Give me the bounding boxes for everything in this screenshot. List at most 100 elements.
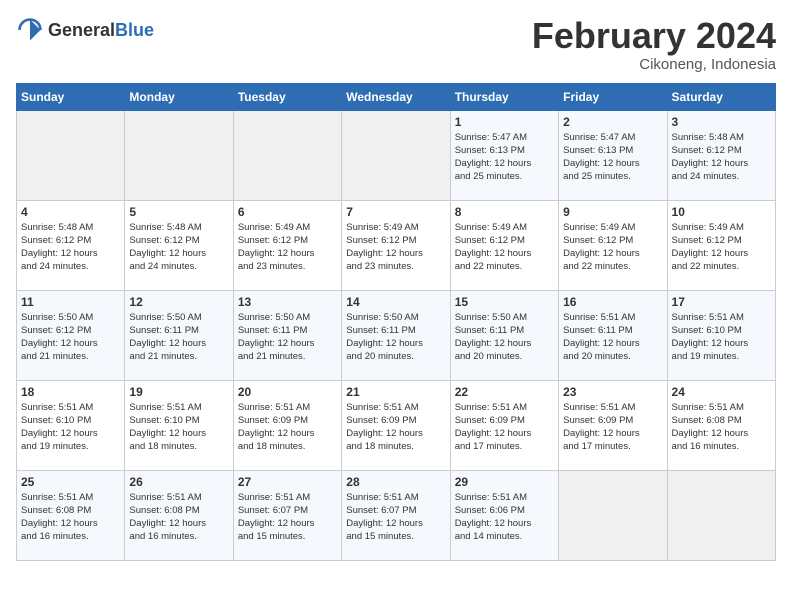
day-info: Sunrise: 5:51 AM Sunset: 6:10 PM Dayligh… [672, 311, 771, 364]
day-info: Sunrise: 5:50 AM Sunset: 6:11 PM Dayligh… [238, 311, 337, 364]
week-row-4: 25 Sunrise: 5:51 AM Sunset: 6:08 PM Dayli… [17, 470, 776, 560]
day-info: Sunrise: 5:47 AM Sunset: 6:13 PM Dayligh… [455, 131, 554, 184]
logo-icon [16, 16, 44, 44]
day-info: Sunrise: 5:49 AM Sunset: 6:12 PM Dayligh… [672, 221, 771, 274]
day-info: Sunrise: 5:51 AM Sunset: 6:07 PM Dayligh… [238, 491, 337, 544]
header-day-monday: Monday [125, 83, 233, 110]
day-info: Sunrise: 5:51 AM Sunset: 6:06 PM Dayligh… [455, 491, 554, 544]
calendar-cell [125, 110, 233, 200]
day-info: Sunrise: 5:50 AM Sunset: 6:11 PM Dayligh… [455, 311, 554, 364]
calendar-cell: 1 Sunrise: 5:47 AM Sunset: 6:13 PM Daylig… [450, 110, 558, 200]
calendar-cell: 4 Sunrise: 5:48 AM Sunset: 6:12 PM Daylig… [17, 200, 125, 290]
calendar-header: SundayMondayTuesdayWednesdayThursdayFrid… [17, 83, 776, 110]
header-day-thursday: Thursday [450, 83, 558, 110]
title-area: February 2024 Cikoneng, Indonesia [532, 16, 776, 73]
header: GeneralBlue February 2024 Cikoneng, Indo… [16, 16, 776, 73]
day-number: 23 [563, 385, 662, 399]
day-number: 8 [455, 205, 554, 219]
calendar-cell: 10 Sunrise: 5:49 AM Sunset: 6:12 PM Dayli… [667, 200, 775, 290]
logo: GeneralBlue [16, 16, 154, 44]
day-info: Sunrise: 5:51 AM Sunset: 6:08 PM Dayligh… [21, 491, 120, 544]
day-info: Sunrise: 5:48 AM Sunset: 6:12 PM Dayligh… [672, 131, 771, 184]
day-info: Sunrise: 5:50 AM Sunset: 6:11 PM Dayligh… [346, 311, 445, 364]
calendar-cell: 14Sunrise: 5:50 AM Sunset: 6:11 PM Dayli… [342, 290, 450, 380]
calendar-cell: 24 Sunrise: 5:51 AM Sunset: 6:08 PM Dayli… [667, 380, 775, 470]
day-number: 29 [455, 475, 554, 489]
day-info: Sunrise: 5:47 AM Sunset: 6:13 PM Dayligh… [563, 131, 662, 184]
calendar-cell: 16 Sunrise: 5:51 AM Sunset: 6:11 PM Dayli… [559, 290, 667, 380]
day-number: 12 [129, 295, 228, 309]
calendar-table: SundayMondayTuesdayWednesdayThursdayFrid… [16, 83, 776, 561]
calendar-cell: 2 Sunrise: 5:47 AM Sunset: 6:13 PM Daylig… [559, 110, 667, 200]
day-info: Sunrise: 5:50 AM Sunset: 6:11 PM Dayligh… [129, 311, 228, 364]
calendar-cell: 18 Sunrise: 5:51 AM Sunset: 6:10 PM Dayli… [17, 380, 125, 470]
day-info: Sunrise: 5:48 AM Sunset: 6:12 PM Dayligh… [21, 221, 120, 274]
calendar-cell: 11Sunrise: 5:50 AM Sunset: 6:12 PM Dayli… [17, 290, 125, 380]
day-number: 22 [455, 385, 554, 399]
day-info: Sunrise: 5:49 AM Sunset: 6:12 PM Dayligh… [238, 221, 337, 274]
day-number: 16 [563, 295, 662, 309]
day-number: 4 [21, 205, 120, 219]
day-number: 13 [238, 295, 337, 309]
calendar-cell: 17Sunrise: 5:51 AM Sunset: 6:10 PM Dayli… [667, 290, 775, 380]
calendar-cell: 21 Sunrise: 5:51 AM Sunset: 6:09 PM Dayli… [342, 380, 450, 470]
day-number: 6 [238, 205, 337, 219]
day-number: 15 [455, 295, 554, 309]
calendar-cell [559, 470, 667, 560]
header-day-sunday: Sunday [17, 83, 125, 110]
calendar-cell: 6 Sunrise: 5:49 AM Sunset: 6:12 PM Daylig… [233, 200, 341, 290]
calendar-cell: 3 Sunrise: 5:48 AM Sunset: 6:12 PM Daylig… [667, 110, 775, 200]
calendar-cell: 29 Sunrise: 5:51 AM Sunset: 6:06 PM Dayli… [450, 470, 558, 560]
calendar-cell: 23 Sunrise: 5:51 AM Sunset: 6:09 PM Dayli… [559, 380, 667, 470]
day-info: Sunrise: 5:51 AM Sunset: 6:10 PM Dayligh… [129, 401, 228, 454]
calendar-cell: 12 Sunrise: 5:50 AM Sunset: 6:11 PM Dayli… [125, 290, 233, 380]
day-number: 26 [129, 475, 228, 489]
day-number: 5 [129, 205, 228, 219]
day-number: 18 [21, 385, 120, 399]
day-number: 10 [672, 205, 771, 219]
day-info: Sunrise: 5:51 AM Sunset: 6:09 PM Dayligh… [563, 401, 662, 454]
day-info: Sunrise: 5:51 AM Sunset: 6:10 PM Dayligh… [21, 401, 120, 454]
day-info: Sunrise: 5:51 AM Sunset: 6:08 PM Dayligh… [129, 491, 228, 544]
calendar-cell: 5 Sunrise: 5:48 AM Sunset: 6:12 PM Daylig… [125, 200, 233, 290]
header-day-friday: Friday [559, 83, 667, 110]
day-number: 9 [563, 205, 662, 219]
day-info: Sunrise: 5:51 AM Sunset: 6:11 PM Dayligh… [563, 311, 662, 364]
day-number: 1 [455, 115, 554, 129]
calendar-cell: 7 Sunrise: 5:49 AM Sunset: 6:12 PM Daylig… [342, 200, 450, 290]
calendar-cell: 9 Sunrise: 5:49 AM Sunset: 6:12 PM Daylig… [559, 200, 667, 290]
calendar-cell: 19Sunrise: 5:51 AM Sunset: 6:10 PM Dayli… [125, 380, 233, 470]
calendar-cell [342, 110, 450, 200]
calendar-cell: 27 Sunrise: 5:51 AM Sunset: 6:07 PM Dayli… [233, 470, 341, 560]
header-day-wednesday: Wednesday [342, 83, 450, 110]
day-number: 11 [21, 295, 120, 309]
day-number: 21 [346, 385, 445, 399]
calendar-cell [667, 470, 775, 560]
day-info: Sunrise: 5:49 AM Sunset: 6:12 PM Dayligh… [346, 221, 445, 274]
day-number: 25 [21, 475, 120, 489]
day-info: Sunrise: 5:49 AM Sunset: 6:12 PM Dayligh… [563, 221, 662, 274]
calendar-cell: 13 Sunrise: 5:50 AM Sunset: 6:11 PM Dayli… [233, 290, 341, 380]
week-row-2: 11Sunrise: 5:50 AM Sunset: 6:12 PM Dayli… [17, 290, 776, 380]
calendar-cell: 15 Sunrise: 5:50 AM Sunset: 6:11 PM Dayli… [450, 290, 558, 380]
header-day-tuesday: Tuesday [233, 83, 341, 110]
calendar-cell: 20Sunrise: 5:51 AM Sunset: 6:09 PM Dayli… [233, 380, 341, 470]
calendar-cell: 25 Sunrise: 5:51 AM Sunset: 6:08 PM Dayli… [17, 470, 125, 560]
calendar-cell [17, 110, 125, 200]
week-row-1: 4 Sunrise: 5:48 AM Sunset: 6:12 PM Daylig… [17, 200, 776, 290]
day-number: 3 [672, 115, 771, 129]
day-number: 2 [563, 115, 662, 129]
day-number: 27 [238, 475, 337, 489]
month-title: February 2024 [532, 16, 776, 56]
day-info: Sunrise: 5:51 AM Sunset: 6:09 PM Dayligh… [346, 401, 445, 454]
day-number: 24 [672, 385, 771, 399]
subtitle: Cikoneng, Indonesia [532, 56, 776, 73]
day-info: Sunrise: 5:51 AM Sunset: 6:08 PM Dayligh… [672, 401, 771, 454]
day-number: 7 [346, 205, 445, 219]
day-info: Sunrise: 5:48 AM Sunset: 6:12 PM Dayligh… [129, 221, 228, 274]
logo-text-blue: Blue [115, 20, 154, 40]
day-info: Sunrise: 5:51 AM Sunset: 6:09 PM Dayligh… [455, 401, 554, 454]
day-number: 28 [346, 475, 445, 489]
calendar-body: 1 Sunrise: 5:47 AM Sunset: 6:13 PM Daylig… [17, 110, 776, 560]
header-row: SundayMondayTuesdayWednesdayThursdayFrid… [17, 83, 776, 110]
